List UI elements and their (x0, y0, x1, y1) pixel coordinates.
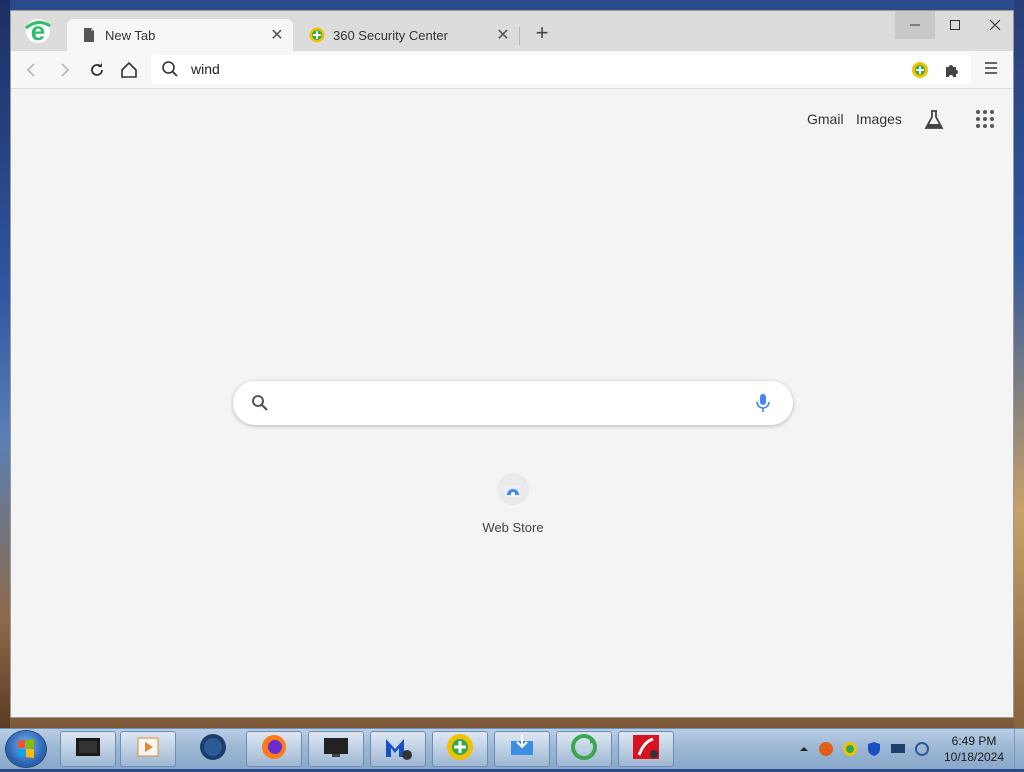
google-search-box[interactable] (233, 381, 793, 425)
taskbar-recycle[interactable] (556, 731, 612, 767)
shortcut-web-store[interactable]: Web Store (473, 473, 553, 535)
desktop-background-right (1014, 0, 1024, 728)
download-monitor-icon (508, 733, 536, 766)
taskbar-globe[interactable] (185, 731, 241, 767)
browser-window: e New Tab ✕ 360 Security Center ✕ + wind… (10, 10, 1014, 718)
tab-close-icon[interactable]: ✕ (491, 23, 515, 47)
shortcut-label: Web Store (482, 520, 544, 535)
clock-time: 6:49 PM (951, 734, 997, 748)
maximize-button[interactable] (935, 11, 975, 39)
clock[interactable]: 6:49 PM 10/18/2024 (936, 733, 1012, 765)
show-desktop-button[interactable] (1014, 729, 1024, 769)
extensions-puzzle-icon[interactable] (943, 61, 961, 84)
volume-tray-icon[interactable] (914, 741, 930, 757)
svg-text:e: e (31, 16, 45, 46)
terminal-icon (74, 734, 102, 765)
media-player-icon (135, 734, 161, 765)
desktop-background-left (0, 0, 10, 728)
taskbar: 6:49 PM 10/18/2024 (0, 728, 1024, 769)
start-button[interactable] (6, 731, 46, 767)
address-input[interactable] (191, 59, 891, 79)
minimize-button[interactable] (895, 11, 935, 39)
search-icon (161, 60, 179, 83)
taskbar-firefox[interactable] (246, 731, 302, 767)
browser-toolbar (11, 51, 1013, 89)
new-tab-button[interactable]: + (531, 22, 553, 45)
tab-close-icon[interactable]: ✕ (265, 23, 289, 47)
forward-button[interactable] (53, 58, 77, 82)
labs-flask-icon[interactable] (923, 109, 945, 136)
taskbar-avira[interactable] (618, 731, 674, 767)
taskbar-download-monitor[interactable] (494, 731, 550, 767)
tab-title: New Tab (105, 27, 156, 43)
new-tab-page: Gmail Images Web Store (11, 89, 1013, 717)
firefox-icon (260, 733, 288, 766)
microphone-icon[interactable] (755, 393, 771, 418)
tab-360-security[interactable]: 360 Security Center ✕ (297, 19, 519, 51)
close-window-button[interactable] (975, 11, 1015, 39)
globe-icon (198, 732, 228, 767)
search-input[interactable] (283, 393, 747, 415)
menu-hamburger-icon[interactable] (983, 60, 999, 81)
top-links: Gmail Images (713, 109, 1013, 136)
360-extension-icon[interactable] (911, 61, 929, 84)
search-icon (251, 394, 269, 417)
address-bar[interactable] (151, 55, 971, 84)
shield-tray-icon[interactable] (866, 741, 882, 757)
web-store-icon (497, 473, 529, 505)
recycle-icon (570, 733, 598, 766)
taskbar-terminal[interactable] (60, 731, 116, 767)
malwarebytes-icon (383, 733, 413, 766)
clock-date: 10/18/2024 (943, 750, 1005, 764)
avira-icon (631, 733, 661, 766)
avira-tray-icon[interactable] (818, 741, 834, 757)
gmail-link[interactable]: Gmail (807, 111, 844, 127)
taskbar-media-player[interactable] (120, 731, 176, 767)
taskbar-display[interactable] (308, 731, 364, 767)
home-button[interactable] (117, 58, 141, 82)
reload-button[interactable] (85, 58, 109, 82)
browser-logo-icon: e (23, 16, 53, 46)
taskbar-malwarebytes[interactable] (370, 731, 426, 767)
taskbar-360-security[interactable] (432, 731, 488, 767)
360-security-icon (309, 27, 325, 43)
apps-grid-icon[interactable] (975, 109, 995, 134)
network-tray-icon[interactable] (890, 741, 906, 757)
page-icon (81, 27, 97, 43)
back-button[interactable] (19, 58, 43, 82)
tab-title: 360 Security Center (333, 27, 448, 43)
360-tray-icon[interactable] (842, 741, 858, 757)
show-hidden-icons-chevron-icon[interactable] (796, 741, 812, 757)
images-link[interactable]: Images (856, 111, 902, 127)
tab-new-tab[interactable]: New Tab ✕ (67, 19, 293, 51)
tab-divider (519, 27, 520, 45)
display-icon (322, 735, 350, 764)
tab-strip: e New Tab ✕ 360 Security Center ✕ + (11, 11, 1013, 51)
360-security-icon (446, 733, 474, 766)
